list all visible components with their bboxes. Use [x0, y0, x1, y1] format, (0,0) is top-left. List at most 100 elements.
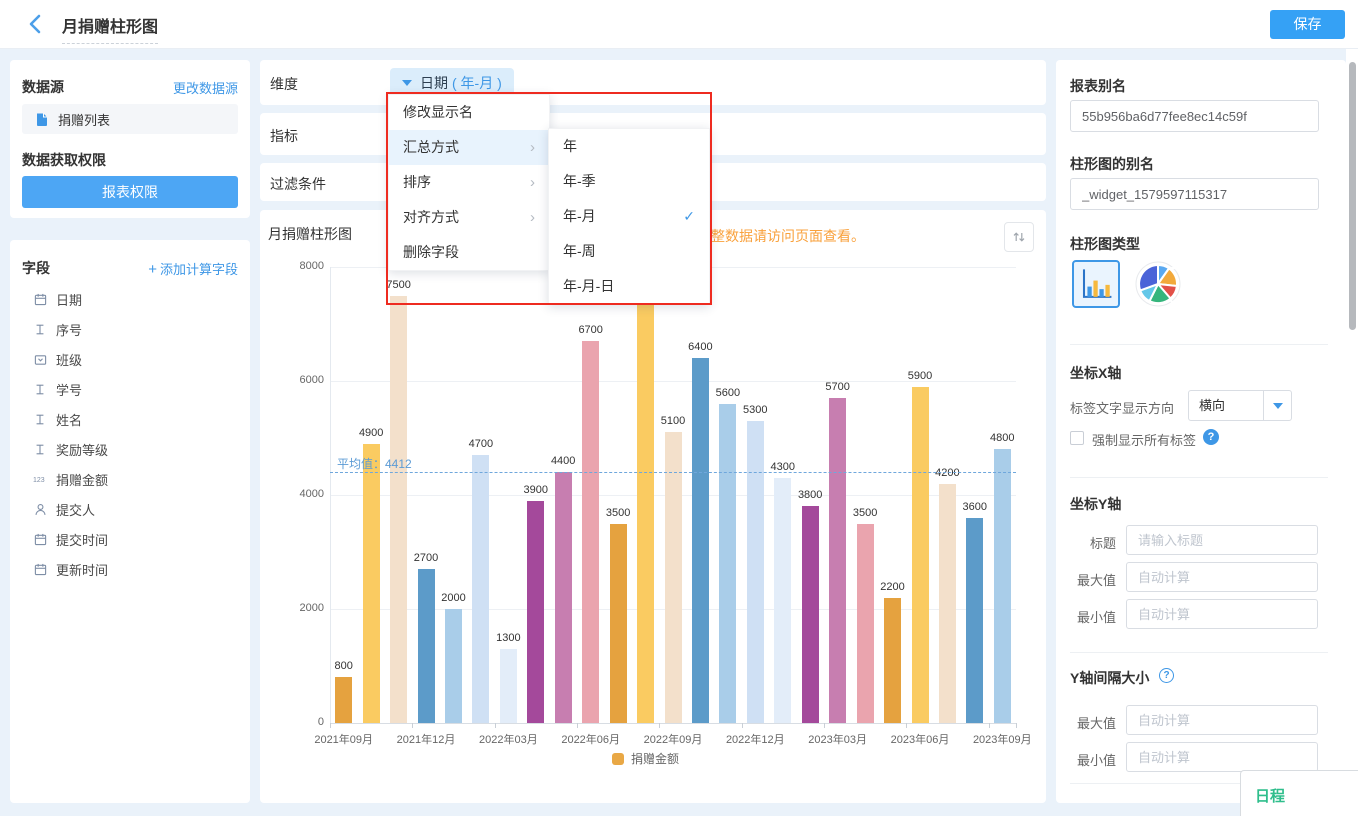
- field-item-捐赠金额[interactable]: 123捐赠金额: [10, 464, 250, 494]
- metric-label: 指标: [270, 126, 298, 146]
- bar-2022年04月[interactable]: [527, 501, 544, 723]
- menu-item-修改显示名[interactable]: 修改显示名: [389, 95, 549, 130]
- report-permission-button[interactable]: 报表权限: [22, 176, 238, 208]
- bar-2022年07月[interactable]: [610, 524, 627, 724]
- bar-2023年03月[interactable]: [829, 398, 846, 723]
- field-item-姓名[interactable]: 姓名: [10, 404, 250, 434]
- chart-type-pie-icon[interactable]: [1134, 260, 1182, 308]
- y-title-input[interactable]: [1126, 525, 1318, 555]
- label-direction-value: 横向: [1189, 391, 1263, 420]
- menu-item-删除字段[interactable]: 删除字段: [389, 235, 549, 270]
- average-line: [330, 472, 1016, 473]
- bar-value-label: 2700: [396, 552, 456, 564]
- interval-max-input[interactable]: [1126, 705, 1318, 735]
- field-item-提交人[interactable]: 提交人: [10, 494, 250, 524]
- y-min-input[interactable]: [1126, 599, 1318, 629]
- chart-type-bar-icon[interactable]: [1072, 260, 1120, 308]
- bar-2023年09月[interactable]: [994, 449, 1011, 723]
- y-max-input[interactable]: [1126, 562, 1318, 592]
- bar-2022年02月[interactable]: [472, 455, 489, 723]
- submenu-item-年-月[interactable]: 年-月✓: [549, 199, 709, 234]
- bar-value-label: 6700: [561, 324, 621, 336]
- menu-item-汇总方式[interactable]: 汇总方式›: [389, 130, 549, 165]
- y-interval-title: Y轴间隔大小: [1070, 668, 1149, 688]
- bar-2022年03月[interactable]: [500, 649, 517, 723]
- help-icon[interactable]: ?: [1203, 429, 1219, 445]
- add-calc-field-link[interactable]: +添加计算字段: [148, 259, 238, 278]
- field-item-label: 提交时间: [56, 530, 108, 549]
- dimension-label: 维度: [270, 74, 298, 94]
- bar-2023年04月[interactable]: [857, 524, 874, 724]
- top-bar: 月捐赠柱形图 保存: [0, 0, 1358, 49]
- bar-2022年01月[interactable]: [445, 609, 462, 723]
- page-title[interactable]: 月捐赠柱形图: [62, 13, 158, 44]
- submenu-item-label: 年-月-日: [563, 269, 614, 304]
- menu-item-排序[interactable]: 排序›: [389, 165, 549, 200]
- calendar-icon: [33, 562, 47, 576]
- field-item-日期[interactable]: 日期: [10, 284, 250, 314]
- x-axis-tick: [824, 723, 825, 728]
- submenu-item-label: 年-季: [563, 164, 596, 199]
- submenu-item-label: 年: [563, 129, 577, 164]
- widget-alias-input[interactable]: [1070, 178, 1319, 210]
- bar-2022年11月[interactable]: [719, 404, 736, 723]
- widget-alias-title: 柱形图的别名: [1070, 154, 1154, 174]
- y-min-label: 最小值: [1064, 607, 1116, 626]
- help-icon[interactable]: ?: [1159, 668, 1174, 683]
- force-labels-checkbox[interactable]: [1070, 431, 1084, 445]
- bar-2022年10月[interactable]: [692, 358, 709, 723]
- submenu-item-年-周[interactable]: 年-周: [549, 234, 709, 269]
- field-item-label: 更新时间: [56, 560, 108, 579]
- bar-2021年10月[interactable]: [363, 444, 380, 723]
- submenu-item-年-季[interactable]: 年-季: [549, 164, 709, 199]
- change-datasource-link[interactable]: 更改数据源: [173, 78, 238, 97]
- field-item-label: 提交人: [56, 500, 95, 519]
- bar-2021年09月[interactable]: [335, 677, 352, 723]
- bar-2023年08月[interactable]: [966, 518, 983, 723]
- field-item-班级[interactable]: 班级: [10, 344, 250, 374]
- field-item-学号[interactable]: 学号: [10, 374, 250, 404]
- back-icon[interactable]: [26, 12, 46, 41]
- bar-value-label: 4700: [451, 438, 511, 450]
- bar-2023年01月[interactable]: [774, 478, 791, 723]
- field-item-更新时间[interactable]: 更新时间: [10, 554, 250, 584]
- datasource-item[interactable]: 捐赠列表: [22, 104, 238, 134]
- submenu-item-年[interactable]: 年: [549, 129, 709, 164]
- bar-2022年05月[interactable]: [555, 472, 572, 723]
- x-axis-tick: [495, 723, 496, 728]
- bar-2022年08月[interactable]: [637, 296, 654, 724]
- field-item-提交时间[interactable]: 提交时间: [10, 524, 250, 554]
- menu-item-label: 排序: [403, 165, 431, 200]
- datasource-item-label: 捐赠列表: [58, 110, 110, 129]
- field-item-label: 捐赠金额: [56, 470, 108, 489]
- chart-legend[interactable]: 捐赠金额: [612, 750, 679, 767]
- x-axis-tick: [577, 723, 578, 728]
- x-axis-title: 坐标X轴: [1070, 363, 1121, 383]
- x-axis-tick-label: 2021年09月: [304, 731, 384, 747]
- y-axis-tick-label: 8000: [282, 260, 324, 272]
- bar-2023年05月[interactable]: [884, 598, 901, 723]
- field-item-label: 学号: [56, 380, 82, 399]
- bar-2022年09月[interactable]: [665, 432, 682, 723]
- bar-2022年06月[interactable]: [582, 341, 599, 723]
- y-axis-tick-label: 0: [282, 716, 324, 728]
- report-alias-input[interactable]: [1070, 100, 1319, 132]
- field-item-序号[interactable]: 序号: [10, 314, 250, 344]
- scrollbar-thumb[interactable]: [1349, 62, 1356, 330]
- menu-item-对齐方式[interactable]: 对齐方式›: [389, 200, 549, 235]
- x-axis-tick-label: 2022年09月: [633, 731, 713, 747]
- bar-2023年07月[interactable]: [939, 484, 956, 723]
- field-item-奖励等级[interactable]: 奖励等级: [10, 434, 250, 464]
- average-line-label: 平均值：4412: [337, 455, 412, 472]
- user-icon: [33, 502, 47, 516]
- bar-2021年11月[interactable]: [390, 296, 407, 724]
- save-button[interactable]: 保存: [1270, 10, 1345, 39]
- bar-2023年02月[interactable]: [802, 506, 819, 723]
- schedule-popup[interactable]: 日程: [1240, 770, 1358, 816]
- interval-min-input[interactable]: [1126, 742, 1318, 772]
- field-item-label: 序号: [56, 320, 82, 339]
- label-direction-select[interactable]: 横向: [1188, 390, 1292, 421]
- bar-2023年06月[interactable]: [912, 387, 929, 723]
- submenu-item-年-月-日[interactable]: 年-月-日: [549, 269, 709, 304]
- summary-mode-submenu: 年年-季年-月✓年-周年-月-日: [548, 128, 710, 305]
